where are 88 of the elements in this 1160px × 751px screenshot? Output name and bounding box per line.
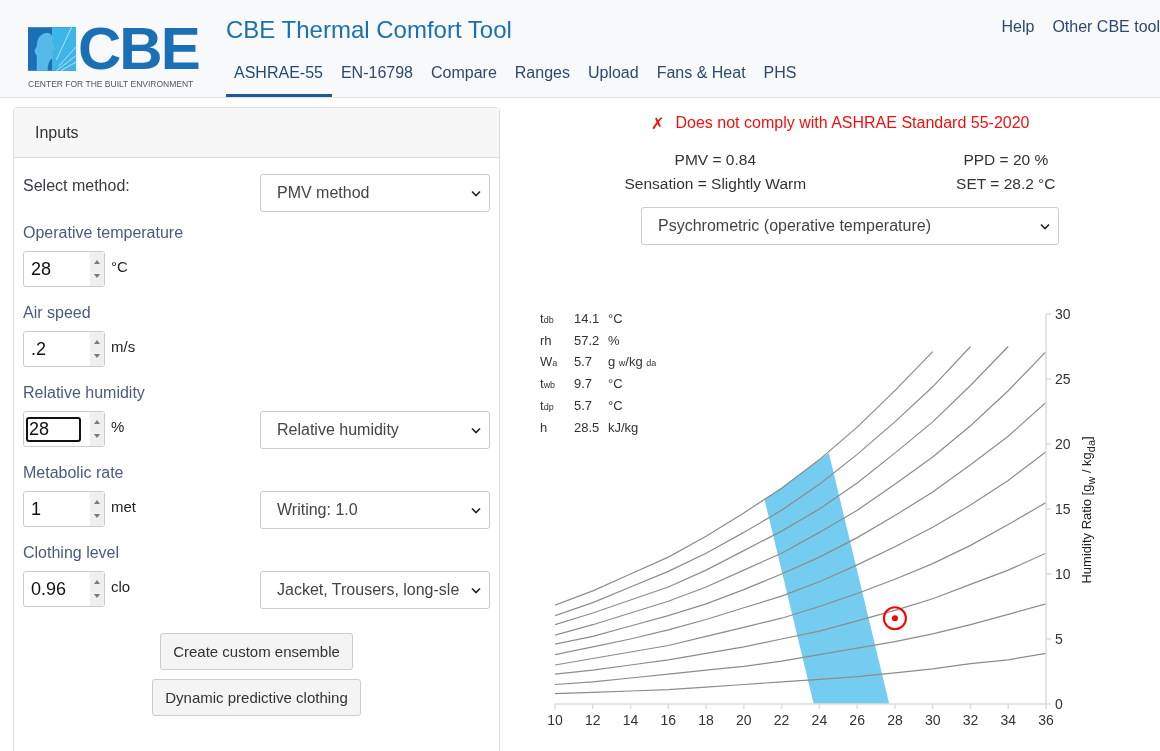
unit-label: % (111, 418, 125, 435)
dropdown[interactable]: PMV method (260, 174, 490, 212)
logo-subtitle: CENTER FOR THE BUILT ENVIRONMENT (28, 79, 195, 89)
condition-marker (882, 606, 907, 631)
tick-label: 32 (962, 712, 979, 728)
tick-label: 14 (622, 712, 639, 728)
field-label: Metabolic rate (23, 464, 125, 483)
chevron-icon (471, 506, 481, 514)
readout-label: rh (540, 332, 553, 350)
readout-value: 9.7 (574, 375, 594, 393)
nav-link[interactable]: Other CBE tool (1052, 18, 1160, 38)
tick-label: 20 (1055, 436, 1071, 452)
unit-label: clo (111, 578, 131, 595)
chevron-icon (471, 189, 481, 197)
tick-label: 25 (1055, 371, 1071, 387)
nav-tab[interactable]: ASHRAE-55 (226, 58, 332, 97)
readout-value: 28.5 (574, 419, 601, 437)
readout-unit: °C (608, 310, 624, 328)
tick-label: 34 (1000, 712, 1016, 728)
readout-unit: % (608, 332, 621, 350)
dropdown[interactable]: Jacket, Trousers, long-sle (260, 571, 490, 609)
tick-label: 15 (1055, 501, 1071, 517)
nav-tab[interactable]: PHS (754, 58, 806, 97)
tick-label: 20 (736, 712, 752, 728)
field-label: Clothing level (23, 544, 121, 563)
readout-unit: kJ/kg (608, 419, 640, 437)
number-field[interactable]: .2 (23, 331, 105, 367)
tick-label: 24 (811, 712, 828, 728)
nav-tab[interactable]: Compare (421, 58, 506, 97)
readout-value: 57.2 (574, 332, 601, 350)
number-field[interactable]: 28 (23, 251, 105, 287)
action-button[interactable]: Dynamic predictive clothing (152, 679, 361, 716)
spinner-icon[interactable] (90, 412, 104, 446)
chevron-icon (471, 426, 481, 434)
tick-label: 10 (1055, 566, 1071, 582)
spinner-icon[interactable] (90, 572, 104, 606)
dropdown[interactable]: Relative humidity (260, 411, 490, 449)
status-mark-icon: ✗ (650, 114, 664, 133)
tick-label: 18 (698, 712, 714, 728)
spinner-icon[interactable] (90, 332, 104, 366)
readout-value: 14.1 (574, 310, 601, 328)
nav-link[interactable]: Help (1001, 18, 1035, 38)
field-label: Air speed (23, 304, 92, 323)
readout-unit: °C (608, 397, 624, 415)
tick-label: 28 (887, 712, 903, 728)
tick-label: 22 (773, 712, 790, 728)
nav-tab[interactable]: EN-16798 (331, 58, 422, 97)
result-value: PMV = 0.84 (674, 151, 756, 169)
number-field[interactable]: 1 (23, 491, 105, 527)
result-value: Sensation = Slightly Warm (624, 175, 807, 193)
spinner-icon[interactable] (90, 492, 104, 526)
action-button[interactable]: Create custom ensemble (160, 633, 353, 670)
logo-wordmark: CBE (78, 24, 199, 74)
readout-value: 5.7 (574, 397, 594, 415)
tick-label: 0 (1055, 696, 1063, 712)
number-field[interactable]: 0.96 (23, 571, 105, 607)
readout-value: 5.7 (574, 353, 594, 371)
unit-label: met (111, 498, 136, 515)
tick-label: 26 (849, 712, 865, 728)
tick-label: 36 (1038, 712, 1054, 728)
nav-tab[interactable]: Fans & Heat (647, 58, 755, 97)
readout-unit: °C (608, 375, 624, 393)
tick-label: 10 (547, 712, 563, 728)
tick-label: 16 (660, 712, 677, 728)
unit-label: m/s (111, 338, 136, 355)
field-label: Relative humidity (23, 384, 146, 403)
field-label: Select method: (23, 177, 130, 196)
readout-label: h (540, 419, 549, 437)
card-title: Inputs (35, 123, 79, 142)
nav-tab[interactable]: Ranges (505, 58, 579, 97)
number-field[interactable]: 28 (23, 411, 105, 447)
chart-type-dropdown[interactable]: Psychrometric (operative temperature) (641, 207, 1059, 245)
tick-label: 5 (1055, 631, 1063, 647)
tick-label: 30 (924, 712, 941, 728)
app-title: CBE Thermal Comfort Tool (226, 15, 513, 45)
field-label: Operative temperature (23, 224, 185, 243)
result-value: SET = 28.2 °C (956, 175, 1056, 193)
chevron-icon (471, 586, 481, 594)
result-value: PPD = 20 % (963, 151, 1049, 169)
tick-label: 12 (585, 712, 601, 728)
nav-tab[interactable]: Upload (578, 58, 648, 97)
spinner-icon[interactable] (90, 252, 104, 286)
chevron-icon (1040, 222, 1050, 230)
logo-icon (28, 27, 76, 71)
dropdown[interactable]: Writing: 1.0 (260, 491, 490, 529)
tick-label: 30 (1055, 306, 1071, 322)
unit-label: °C (111, 258, 128, 275)
compliance-message: Does not comply with ASHRAE Standard 55-2020 (675, 114, 1030, 133)
